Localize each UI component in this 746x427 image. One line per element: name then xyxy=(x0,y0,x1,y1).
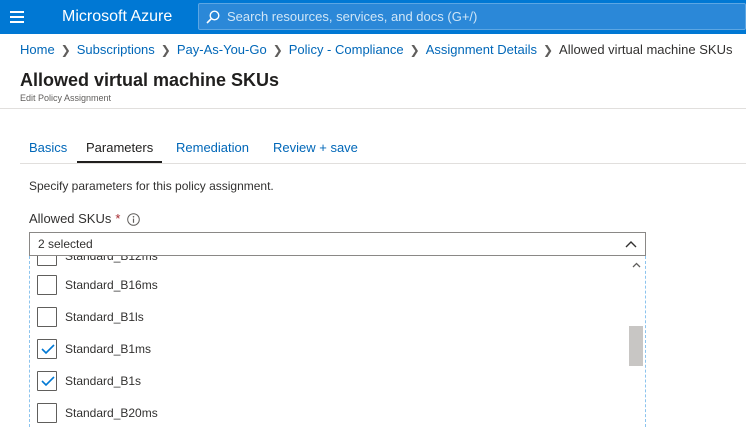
breadcrumb-current: Allowed virtual machine SKUs xyxy=(559,42,733,57)
tabs-divider xyxy=(20,163,746,164)
checkbox[interactable] xyxy=(37,403,57,423)
page-subtitle: Edit Policy Assignment xyxy=(20,93,112,103)
option-standard-b1ms[interactable]: Standard_B1ms xyxy=(37,339,617,371)
brand-title[interactable]: Microsoft Azure xyxy=(62,7,172,27)
allowed-skus-dropdown[interactable]: 2 selected xyxy=(29,232,646,256)
checkbox[interactable] xyxy=(37,371,57,391)
search-input[interactable] xyxy=(227,6,737,27)
option-standard-b16ms[interactable]: Standard_B16ms xyxy=(37,275,617,307)
option-standard-b1ls[interactable]: Standard_B1ls xyxy=(37,307,617,339)
sku-options-list[interactable]: Standard_B12ms Standard_B16ms Standard_B… xyxy=(29,256,646,427)
scroll-up-arrow-icon[interactable] xyxy=(632,262,641,268)
breadcrumb-home[interactable]: Home xyxy=(20,42,55,57)
checkmark-icon xyxy=(41,376,55,387)
breadcrumb-policy-compliance[interactable]: Policy - Compliance xyxy=(289,42,404,57)
option-standard-b1s[interactable]: Standard_B1s xyxy=(37,371,617,403)
info-icon[interactable] xyxy=(127,213,140,226)
chevron-up-icon xyxy=(625,241,637,248)
instructions-text: Specify parameters for this policy assig… xyxy=(29,179,274,193)
option-label: Standard_B1ms xyxy=(65,342,152,356)
breadcrumb-pay-as-you-go[interactable]: Pay-As-You-Go xyxy=(177,42,267,57)
title-divider xyxy=(0,108,746,109)
checkbox[interactable] xyxy=(37,339,57,359)
tab-parameters[interactable]: Parameters xyxy=(76,135,163,163)
chevron-right-icon: ❯ xyxy=(542,43,554,57)
tab-remediation[interactable]: Remediation xyxy=(176,135,249,163)
global-search[interactable] xyxy=(198,3,746,30)
dropdown-selected-value: 2 selected xyxy=(38,237,93,251)
search-icon xyxy=(206,10,220,24)
checkbox[interactable] xyxy=(37,307,57,327)
option-standard-b20ms[interactable]: Standard_B20ms xyxy=(37,403,617,427)
breadcrumb-assignment-details[interactable]: Assignment Details xyxy=(426,42,537,57)
list-scrollbar[interactable] xyxy=(628,256,645,427)
checkbox[interactable] xyxy=(37,275,57,295)
checkmark-icon xyxy=(41,344,55,355)
chevron-right-icon: ❯ xyxy=(272,43,283,57)
chevron-right-icon: ❯ xyxy=(60,43,71,57)
chevron-right-icon: ❯ xyxy=(160,43,171,57)
hamburger-menu-icon[interactable] xyxy=(8,9,26,25)
page-title: Allowed virtual machine SKUs xyxy=(20,70,280,90)
tab-review-save[interactable]: Review + save xyxy=(273,135,358,163)
required-marker: * xyxy=(115,211,121,226)
chevron-right-icon: ❯ xyxy=(409,43,420,57)
allowed-skus-label: Allowed SKUs * xyxy=(29,211,120,227)
option-label: Standard_B1s xyxy=(65,374,142,388)
breadcrumb-subscriptions[interactable]: Subscriptions xyxy=(77,42,155,57)
option-label: Standard_B20ms xyxy=(65,406,158,420)
option-label: Standard_B1ls xyxy=(65,310,144,324)
option-label: Standard_B12ms xyxy=(65,256,158,263)
scrollbar-thumb[interactable] xyxy=(629,326,643,366)
breadcrumb: Home ❯ Subscriptions ❯ Pay-As-You-Go ❯ Policy … xyxy=(20,42,732,58)
checkbox[interactable] xyxy=(37,256,57,266)
field-label-text: Allowed SKUs xyxy=(29,211,112,226)
option-label: Standard_B16ms xyxy=(65,278,158,292)
top-bar: Microsoft Azure xyxy=(0,0,746,34)
tab-basics[interactable]: Basics xyxy=(29,135,67,163)
